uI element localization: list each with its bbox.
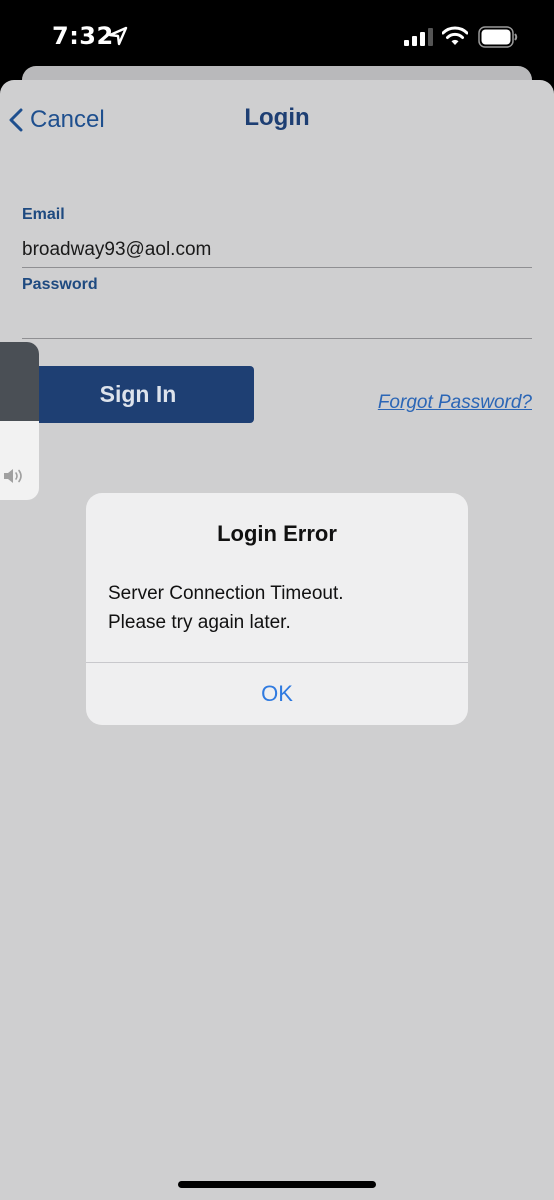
email-input[interactable] bbox=[22, 232, 532, 268]
volume-track-empty bbox=[0, 342, 39, 421]
sign-in-button[interactable]: Sign In bbox=[22, 366, 254, 423]
home-indicator[interactable] bbox=[178, 1181, 376, 1188]
battery-icon bbox=[478, 26, 518, 48]
location-arrow-icon bbox=[108, 26, 128, 46]
forgot-password-link[interactable]: Forgot Password? bbox=[378, 392, 532, 414]
page-title: Login bbox=[244, 104, 310, 131]
status-bar: 7:32 bbox=[0, 0, 554, 72]
alert-message-line: Server Connection Timeout. bbox=[108, 583, 344, 604]
password-input[interactable] bbox=[22, 302, 532, 339]
cellular-signal-icon bbox=[404, 28, 433, 46]
password-label: Password bbox=[22, 276, 98, 293]
email-label: Email bbox=[22, 206, 65, 223]
wifi-icon bbox=[442, 26, 468, 45]
alert-title: Login Error bbox=[217, 521, 337, 546]
alert-message-line: Please try again later. bbox=[108, 612, 291, 633]
login-error-alert: Login Error Server Connection Timeout. P… bbox=[86, 493, 468, 725]
volume-hud[interactable] bbox=[0, 342, 39, 500]
alert-message: Server Connection Timeout. Please try ag… bbox=[108, 579, 448, 637]
status-time: 7:32 bbox=[52, 22, 114, 50]
ok-button[interactable]: OK bbox=[86, 663, 468, 725]
speaker-icon bbox=[4, 469, 22, 483]
